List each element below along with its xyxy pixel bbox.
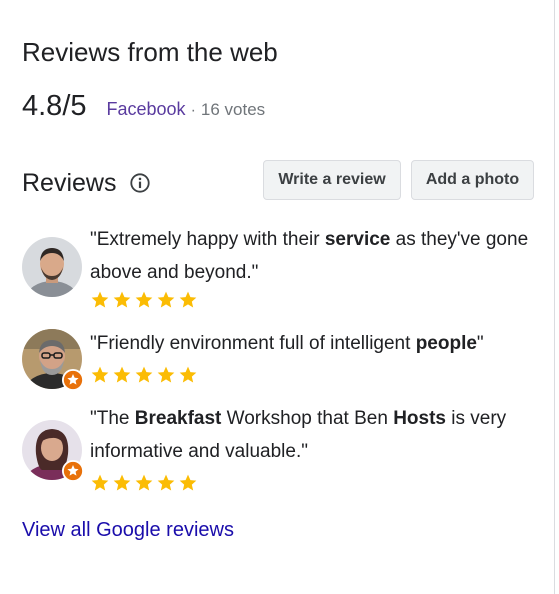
star-icon [157,366,175,383]
review-text: "The Breakfast Workshop that Ben Hosts i… [90,402,530,468]
star-icon [179,291,197,308]
reviewer-avatar[interactable] [22,329,84,391]
reviews-title: Reviews [22,169,117,197]
star-icon [91,474,109,491]
review-keyword: people [415,333,477,354]
review-text-part: "The [90,408,135,429]
review-item: "The Breakfast Workshop that Ben Hosts i… [22,402,542,497]
star-icon [113,366,131,383]
star-rating [90,473,198,493]
separator-dot: · [190,102,196,119]
star-rating [90,290,198,310]
star-icon [113,474,131,491]
star-icon [91,291,109,308]
add-photo-button[interactable]: Add a photo [411,160,534,200]
star-icon [135,474,153,491]
reviews-header: Reviews [22,168,151,198]
review-text: "Friendly environment full of intelligen… [90,327,550,360]
review-keyword: Breakfast [134,408,222,429]
reviewer-avatar-icon [22,237,82,297]
star-icon [135,366,153,383]
star-icon [157,291,175,308]
star-icon [113,291,131,308]
rating-score: 4.8/5 [22,90,87,122]
view-all-reviews-link[interactable]: View all Google reviews [22,519,234,542]
star-icon [157,474,175,491]
review-keyword: service [324,229,391,250]
star-icon [91,366,109,383]
local-guide-badge-icon [62,369,84,391]
review-text-part: " [476,333,484,354]
web-rating-row: 4.8/5 Facebook · 16 votes [22,90,265,130]
votes-count: 16 votes [200,100,266,119]
write-review-button[interactable]: Write a review [263,160,401,200]
review-text-part: "Friendly environment full of intelligen… [90,333,416,354]
info-icon[interactable] [129,172,151,194]
review-text-part: "Extremely happy with their [90,229,325,250]
local-guide-badge-icon [62,460,84,482]
review-item: "Friendly environment full of intelligen… [22,327,542,392]
reviewer-avatar[interactable] [22,237,82,297]
star-icon [179,474,197,491]
review-item: "Extremely happy with their service as t… [22,223,542,313]
rating-source-link[interactable]: Facebook [107,99,186,120]
star-icon [135,291,153,308]
star-rating [90,365,198,385]
review-text: "Extremely happy with their service as t… [90,223,540,289]
review-text-part: Workshop that Ben [221,408,394,429]
star-icon [179,366,197,383]
reviews-from-web-title: Reviews from the web [22,37,278,67]
reviewer-avatar[interactable] [22,420,84,482]
review-keyword: Hosts [393,408,446,429]
